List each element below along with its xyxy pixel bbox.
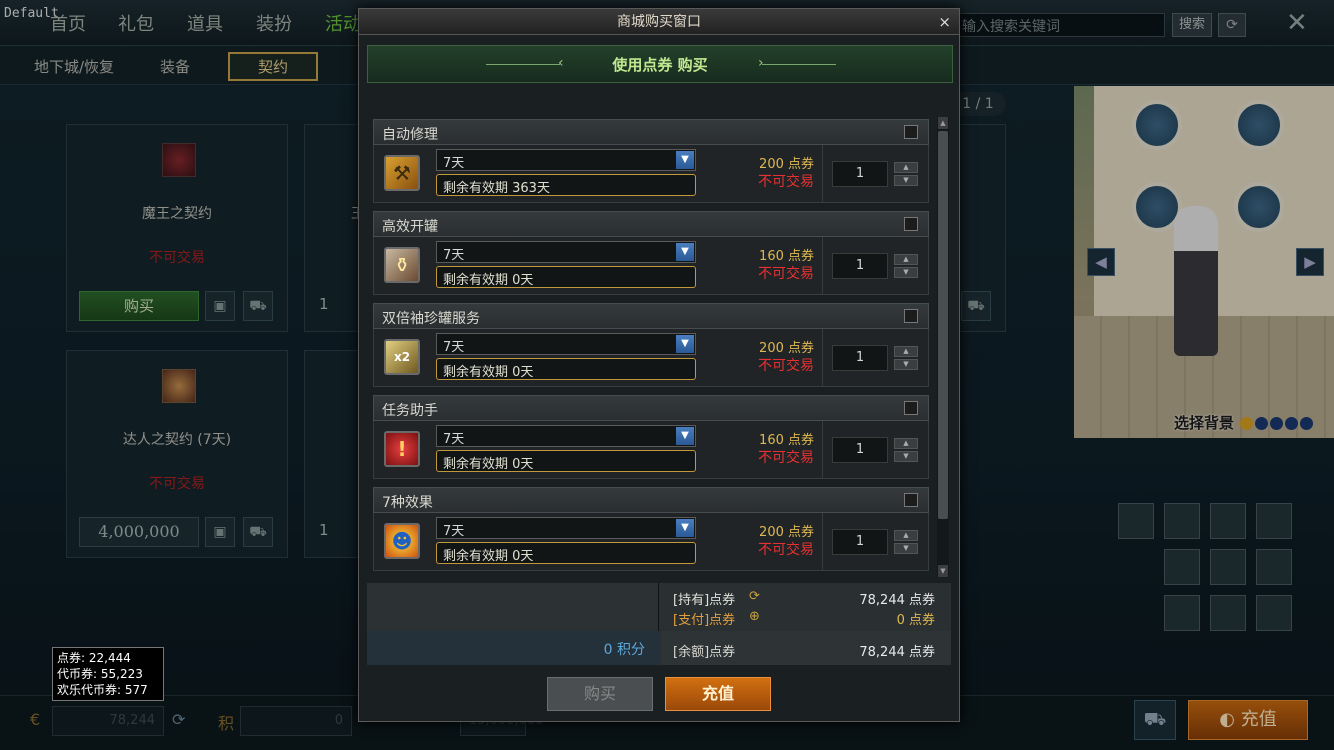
quantity-input[interactable]: 1 bbox=[832, 529, 888, 555]
quantity-up-icon[interactable]: ▲ bbox=[894, 162, 918, 173]
quantity-up-icon[interactable]: ▲ bbox=[894, 254, 918, 265]
item-checkbox[interactable] bbox=[904, 125, 918, 139]
jar-icon: ⚱ bbox=[384, 247, 420, 283]
purchase-item: 7种效果 ☻ 7天 ▼ 剩余有效期 0天 200 点券 不可交易 1 ▲ ▼ bbox=[373, 487, 929, 571]
period-select[interactable]: 7天 ▼ bbox=[436, 241, 696, 263]
item-name: 自动修理 bbox=[382, 127, 438, 143]
dialog-title-bar: 商城购买窗口 × bbox=[359, 9, 959, 35]
quantity-down-icon[interactable]: ▼ bbox=[894, 175, 918, 186]
scroll-down-icon[interactable]: ▼ bbox=[938, 565, 948, 577]
purchase-item: 自动修理 ⚒ 7天 ▼ 剩余有效期 363天 200 点券 不可交易 1 ▲ ▼ bbox=[373, 119, 929, 203]
dialog-title: 商城购买窗口 bbox=[617, 14, 701, 30]
points-value: 0 积分 bbox=[603, 642, 645, 658]
purchase-item-list: 自动修理 ⚒ 7天 ▼ 剩余有效期 363天 200 点券 不可交易 1 ▲ ▼ … bbox=[367, 113, 933, 581]
quantity-up-icon[interactable]: ▲ bbox=[894, 438, 918, 449]
purchase-dialog: 商城购买窗口 × ‹ › 使用点券 购买 自动修理 ⚒ 7天 ▼ 剩余有效期 36… bbox=[358, 8, 960, 722]
item-name: 任务助手 bbox=[382, 403, 438, 419]
payment-summary: 0 积分 [持有]点券 ⟳ 78,244 点券 [支付]点券 ⊕ 0 点券 [余… bbox=[367, 583, 951, 665]
item-price: 200 点券 bbox=[759, 525, 814, 540]
item-trade-status: 不可交易 bbox=[758, 542, 814, 558]
quantity-input[interactable]: 1 bbox=[832, 345, 888, 371]
item-trade-status: 不可交易 bbox=[758, 450, 814, 466]
refresh-icon[interactable]: ⟳ bbox=[749, 589, 760, 604]
quantity-up-icon[interactable]: ▲ bbox=[894, 530, 918, 541]
item-name: 高效开罐 bbox=[382, 219, 438, 235]
period-select[interactable]: 7天 ▼ bbox=[436, 149, 696, 171]
quantity-input[interactable]: 1 bbox=[832, 161, 888, 187]
token-balance: 代币券: 55,223 bbox=[57, 667, 143, 681]
purchase-item: 任务助手 ! 7天 ▼ 剩余有效期 0天 160 点券 不可交易 1 ▲ ▼ bbox=[373, 395, 929, 479]
remaining-period: 剩余有效期 0天 bbox=[436, 542, 696, 564]
period-select[interactable]: 7天 ▼ bbox=[436, 333, 696, 355]
purchase-item: 高效开罐 ⚱ 7天 ▼ 剩余有效期 0天 160 点券 不可交易 1 ▲ ▼ bbox=[373, 211, 929, 295]
item-price: 160 点券 bbox=[759, 249, 814, 264]
remaining-period: 剩余有效期 0天 bbox=[436, 358, 696, 380]
quantity-down-icon[interactable]: ▼ bbox=[894, 543, 918, 554]
item-trade-status: 不可交易 bbox=[758, 266, 814, 282]
chevron-down-icon[interactable]: ▼ bbox=[676, 519, 694, 537]
period-select[interactable]: 7天 ▼ bbox=[436, 517, 696, 539]
scrollbar-thumb[interactable] bbox=[938, 131, 948, 519]
fun-token-balance: 欢乐代币券: 577 bbox=[57, 683, 148, 697]
close-icon[interactable]: × bbox=[938, 11, 951, 33]
remaining-period: 剩余有效期 0天 bbox=[436, 266, 696, 288]
payment-mode-title: 使用点券 购买 bbox=[612, 56, 708, 74]
period-select[interactable]: 7天 ▼ bbox=[436, 425, 696, 447]
chevron-down-icon[interactable]: ▼ bbox=[676, 335, 694, 353]
quantity-down-icon[interactable]: ▼ bbox=[894, 359, 918, 370]
chevron-down-icon[interactable]: ▼ bbox=[676, 427, 694, 445]
zoom-icon[interactable]: ⊕ bbox=[749, 609, 760, 624]
remaining-period: 剩余有效期 0天 bbox=[436, 450, 696, 472]
charge-button[interactable]: 充值 bbox=[665, 677, 771, 711]
item-trade-status: 不可交易 bbox=[758, 358, 814, 374]
alert-icon: ! bbox=[384, 431, 420, 467]
person-icon: ☻ bbox=[384, 523, 420, 559]
quantity-down-icon[interactable]: ▼ bbox=[894, 451, 918, 462]
item-checkbox[interactable] bbox=[904, 401, 918, 415]
list-scrollbar[interactable]: ▲ ▼ bbox=[937, 117, 949, 577]
item-checkbox[interactable] bbox=[904, 493, 918, 507]
quantity-input[interactable]: 1 bbox=[832, 253, 888, 279]
item-price: 160 点券 bbox=[759, 433, 814, 448]
item-price: 200 点券 bbox=[759, 157, 814, 172]
quantity-up-icon[interactable]: ▲ bbox=[894, 346, 918, 357]
item-checkbox[interactable] bbox=[904, 217, 918, 231]
scroll-up-icon[interactable]: ▲ bbox=[938, 117, 948, 129]
quantity-down-icon[interactable]: ▼ bbox=[894, 267, 918, 278]
purchase-item: 双倍袖珍罐服务 x2 7天 ▼ 剩余有效期 0天 200 点券 不可交易 1 ▲ … bbox=[373, 303, 929, 387]
coupon-balance: 点券: 22,444 bbox=[57, 651, 131, 665]
payment-mode-header: ‹ › 使用点券 购买 bbox=[367, 45, 953, 83]
chevron-down-icon[interactable]: ▼ bbox=[676, 243, 694, 261]
item-name: 7种效果 bbox=[382, 495, 433, 511]
hammer-icon: ⚒ bbox=[384, 155, 420, 191]
balance-tooltip: 点券: 22,444 代币券: 55,223 欢乐代币券: 577 bbox=[52, 647, 164, 701]
item-name: 双倍袖珍罐服务 bbox=[382, 311, 480, 327]
item-checkbox[interactable] bbox=[904, 309, 918, 323]
quantity-input[interactable]: 1 bbox=[832, 437, 888, 463]
remaining-period: 剩余有效期 363天 bbox=[436, 174, 696, 196]
chevron-down-icon[interactable]: ▼ bbox=[676, 151, 694, 169]
double-jar-icon: x2 bbox=[384, 339, 420, 375]
item-trade-status: 不可交易 bbox=[758, 174, 814, 190]
buy-button[interactable]: 购买 bbox=[547, 677, 653, 711]
item-price: 200 点券 bbox=[759, 341, 814, 356]
